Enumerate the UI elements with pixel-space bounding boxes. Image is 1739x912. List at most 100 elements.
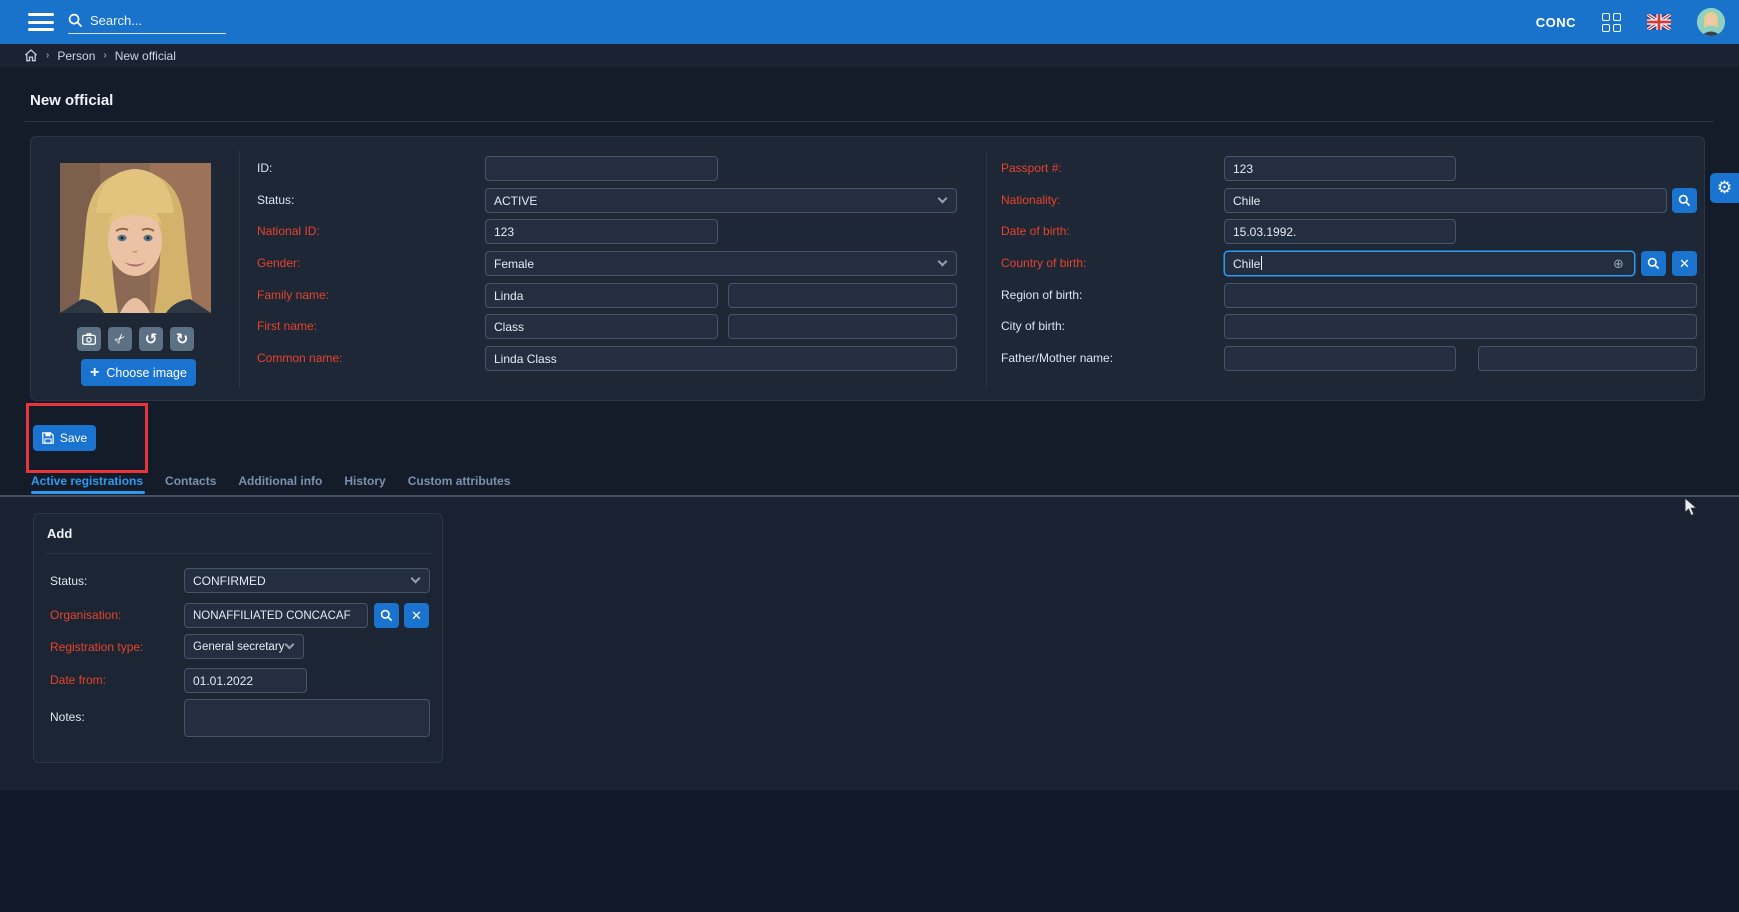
breadcrumb: › Person › New official — [0, 44, 1739, 67]
national-id-label: National ID: — [257, 224, 320, 238]
region-of-birth-input[interactable] — [1224, 283, 1697, 308]
organisation-code: CONC — [1536, 15, 1576, 30]
scissors-icon: ✂ — [110, 329, 129, 348]
photo-toolbar: ✂ ↺ ↻ — [77, 327, 194, 351]
language-flag-uk-icon[interactable] — [1647, 14, 1671, 30]
tab-bar: Active registrations Contacts Additional… — [31, 474, 510, 498]
add-panel-title: Add — [47, 526, 72, 541]
reg-status-select[interactable]: CONFIRMED — [184, 568, 430, 593]
search-input[interactable] — [90, 13, 210, 28]
add-panel-divider — [46, 553, 432, 554]
search-icon — [380, 609, 393, 622]
camera-button[interactable] — [77, 327, 101, 351]
organisation-search-button[interactable] — [374, 603, 399, 628]
close-icon: ✕ — [411, 608, 422, 624]
passport-input[interactable] — [1224, 156, 1456, 181]
rotate-right-button[interactable]: ↻ — [170, 327, 194, 351]
father-name-input[interactable] — [1224, 346, 1456, 371]
page-bottom-background — [0, 790, 1739, 912]
id-input[interactable] — [485, 156, 718, 181]
text-caret — [1261, 256, 1262, 270]
person-form-card: ✂ ↺ ↻ + Choose image ID: Status: ACTIVE … — [30, 136, 1705, 401]
registration-type-label: Registration type: — [50, 640, 143, 654]
country-clear-button[interactable]: ✕ — [1672, 251, 1697, 276]
notes-textarea[interactable] — [184, 699, 430, 737]
organisation-label: Organisation: — [50, 608, 121, 622]
crop-button[interactable]: ✂ — [108, 327, 132, 351]
breadcrumb-separator: › — [46, 50, 49, 61]
gear-icon: ⚙ — [1717, 178, 1732, 198]
page-title: New official — [30, 92, 113, 109]
reg-status-label: Status: — [50, 574, 87, 588]
nationality-input[interactable] — [1224, 188, 1667, 213]
breadcrumb-separator: › — [103, 50, 106, 61]
app-window: CONC › — [0, 0, 1739, 912]
save-button[interactable]: Save — [33, 425, 96, 451]
family-name-input[interactable] — [485, 283, 718, 308]
tab-active-registrations[interactable]: Active registrations — [31, 474, 143, 498]
organisation-clear-button[interactable]: ✕ — [404, 603, 429, 628]
id-label: ID: — [257, 161, 272, 175]
country-search-button[interactable] — [1641, 251, 1666, 276]
rotate-left-button[interactable]: ↺ — [139, 327, 163, 351]
first-name-label: First name: — [257, 319, 317, 333]
national-id-input[interactable] — [485, 219, 718, 244]
gender-label: Gender: — [257, 256, 300, 270]
family-name-label: Family name: — [257, 288, 329, 302]
menu-icon[interactable] — [28, 13, 54, 31]
mother-name-input[interactable] — [1478, 346, 1697, 371]
nationality-label: Nationality: — [1001, 193, 1060, 207]
notes-label: Notes: — [50, 710, 85, 724]
region-of-birth-label: Region of birth: — [1001, 288, 1082, 302]
rotate-left-icon: ↺ — [145, 330, 158, 348]
father-mother-name-label: Father/Mother name: — [1001, 351, 1113, 365]
settings-gear-button[interactable]: ⚙ — [1710, 173, 1739, 203]
city-of-birth-input[interactable] — [1224, 314, 1697, 339]
camera-icon — [82, 333, 96, 345]
gender-select[interactable]: Female — [485, 251, 957, 276]
status-select[interactable]: ACTIVE — [485, 188, 957, 213]
tab-custom-attributes[interactable]: Custom attributes — [408, 474, 511, 498]
column-divider — [986, 151, 987, 388]
user-avatar[interactable] — [1697, 8, 1725, 36]
add-registration-panel: Add Status: CONFIRMED Organisation: ✕ Re… — [33, 513, 443, 763]
close-icon: ✕ — [1679, 256, 1690, 272]
chevron-down-icon — [938, 194, 948, 204]
column-divider — [239, 151, 240, 388]
date-from-input[interactable] — [184, 668, 307, 693]
chevron-down-icon — [938, 257, 948, 267]
top-navbar: CONC — [0, 0, 1739, 44]
breadcrumb-new-official: New official — [115, 49, 176, 63]
search-icon — [68, 13, 83, 28]
person-photo — [60, 163, 211, 313]
title-divider — [25, 121, 1714, 122]
tab-history[interactable]: History — [344, 474, 385, 498]
target-icon[interactable]: ⊕ — [1613, 256, 1624, 272]
tab-contacts[interactable]: Contacts — [165, 474, 216, 498]
registration-type-select[interactable]: General secretary — [184, 634, 304, 659]
city-of-birth-label: City of birth: — [1001, 319, 1065, 333]
breadcrumb-person[interactable]: Person — [57, 49, 95, 63]
organisation-input[interactable] — [184, 603, 368, 628]
chevron-down-icon — [285, 640, 295, 650]
plus-icon: + — [90, 365, 99, 381]
apps-grid-icon[interactable] — [1602, 13, 1621, 32]
first-name-input[interactable] — [485, 314, 718, 339]
common-name-input[interactable] — [485, 346, 957, 371]
family-name-alt-input[interactable] — [728, 283, 957, 308]
search-icon — [1647, 257, 1660, 270]
home-icon[interactable] — [24, 49, 38, 62]
country-of-birth-input[interactable] — [1224, 251, 1635, 276]
common-name-label: Common name: — [257, 351, 342, 365]
choose-image-button[interactable]: + Choose image — [81, 359, 196, 386]
date-of-birth-label: Date of birth: — [1001, 224, 1070, 238]
passport-label: Passport #: — [1001, 161, 1062, 175]
country-of-birth-label: Country of birth: — [1001, 256, 1086, 270]
global-search — [68, 8, 226, 34]
nationality-search-button[interactable] — [1672, 188, 1697, 213]
date-of-birth-input[interactable] — [1224, 219, 1456, 244]
first-name-alt-input[interactable] — [728, 314, 957, 339]
rotate-right-icon: ↻ — [176, 330, 189, 348]
tab-additional-info[interactable]: Additional info — [238, 474, 322, 498]
active-tab-underline — [31, 491, 145, 494]
